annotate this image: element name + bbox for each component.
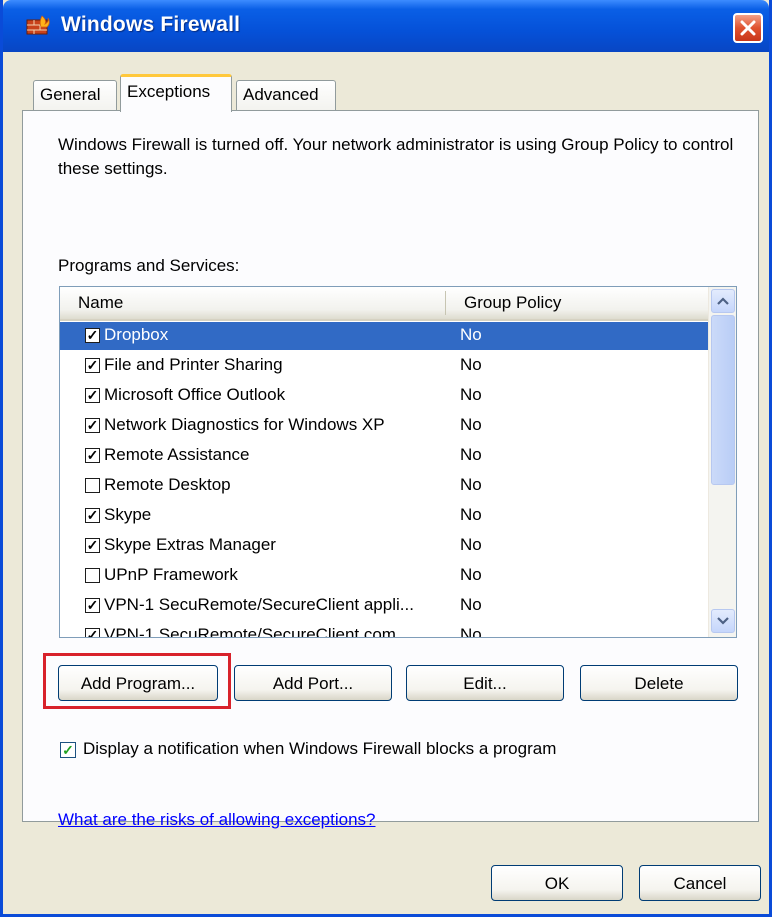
notification-checkbox[interactable]: ✓ bbox=[60, 742, 76, 758]
tab-general[interactable]: General bbox=[33, 80, 117, 110]
column-header-name[interactable]: Name bbox=[78, 293, 123, 313]
scroll-up-button[interactable] bbox=[711, 289, 735, 313]
edit-button[interactable]: Edit... bbox=[406, 665, 564, 701]
row-name: Remote Assistance bbox=[104, 445, 250, 464]
row-group-policy: No bbox=[460, 325, 482, 344]
row-name: Skype bbox=[104, 505, 152, 524]
row-checkbox[interactable]: ✓ bbox=[85, 418, 100, 433]
window-title: Windows Firewall bbox=[61, 13, 241, 36]
ok-button[interactable]: OK bbox=[491, 865, 623, 901]
tab-exceptions[interactable]: Exceptions bbox=[120, 74, 232, 112]
list-item[interactable]: ✓ Dropbox No bbox=[60, 321, 708, 351]
notification-checkbox-label[interactable]: Display a notification when Windows Fire… bbox=[83, 739, 556, 759]
risks-help-link[interactable]: What are the risks of allowing exception… bbox=[58, 810, 376, 830]
scroll-thumb[interactable] bbox=[711, 315, 735, 485]
programs-listbox[interactable]: Name Group Policy ✓ Dropbox No ✓ File an… bbox=[59, 286, 737, 638]
firewall-app-icon bbox=[26, 15, 50, 35]
row-name: VPN-1 SecuRemote/SecureClient com... bbox=[104, 625, 411, 638]
row-name: Dropbox bbox=[102, 325, 171, 345]
row-group-policy: No bbox=[460, 565, 482, 584]
list-item[interactable]: ✓ Remote Assistance No bbox=[60, 441, 708, 471]
windows-firewall-dialog: Windows Firewall General Exceptions Adva… bbox=[0, 0, 772, 917]
row-group-policy: No bbox=[460, 355, 482, 374]
delete-button[interactable]: Delete bbox=[580, 665, 738, 701]
row-checkbox[interactable]: ✓ bbox=[85, 328, 100, 343]
row-name: Network Diagnostics for Windows XP bbox=[104, 415, 385, 434]
row-name: VPN-1 SecuRemote/SecureClient appli... bbox=[104, 595, 414, 614]
row-checkbox[interactable]: ✓ bbox=[85, 388, 100, 403]
policy-info-text: Windows Firewall is turned off. Your net… bbox=[58, 135, 734, 178]
row-checkbox[interactable] bbox=[85, 478, 100, 493]
row-group-policy: No bbox=[460, 415, 482, 434]
scroll-down-button[interactable] bbox=[711, 609, 735, 633]
cancel-button[interactable]: Cancel bbox=[639, 865, 761, 901]
row-name: File and Printer Sharing bbox=[104, 355, 283, 374]
list-item[interactable]: UPnP Framework No bbox=[60, 561, 708, 591]
add-port-button[interactable]: Add Port... bbox=[234, 665, 392, 701]
row-group-policy: No bbox=[460, 535, 482, 554]
column-header-group-policy[interactable]: Group Policy bbox=[464, 293, 561, 313]
list-item[interactable]: ✓ Network Diagnostics for Windows XP No bbox=[60, 411, 708, 441]
row-name: Microsoft Office Outlook bbox=[104, 385, 286, 404]
column-separator[interactable] bbox=[445, 291, 446, 315]
row-checkbox[interactable]: ✓ bbox=[85, 448, 100, 463]
row-checkbox[interactable] bbox=[85, 568, 100, 583]
tab-advanced[interactable]: Advanced bbox=[236, 80, 336, 110]
row-group-policy: No bbox=[460, 595, 482, 614]
chevron-down-icon bbox=[717, 617, 729, 625]
chevron-up-icon bbox=[717, 297, 729, 305]
row-group-policy: No bbox=[460, 475, 482, 494]
title-bar[interactable]: Windows Firewall bbox=[3, 0, 769, 52]
add-program-button[interactable]: Add Program... bbox=[58, 665, 218, 701]
row-checkbox[interactable]: ✓ bbox=[85, 508, 100, 523]
row-group-policy: No bbox=[460, 625, 482, 638]
list-item[interactable]: ✓ Skype Extras Manager No bbox=[60, 531, 708, 561]
list-item[interactable]: Remote Desktop No bbox=[60, 471, 708, 501]
row-group-policy: No bbox=[460, 505, 482, 524]
close-button[interactable] bbox=[733, 13, 763, 43]
row-checkbox[interactable]: ✓ bbox=[85, 358, 100, 373]
row-group-policy: No bbox=[460, 385, 482, 404]
list-header: Name Group Policy bbox=[60, 287, 708, 321]
list-item[interactable]: ✓ Microsoft Office Outlook No bbox=[60, 381, 708, 411]
close-icon bbox=[740, 20, 756, 36]
row-checkbox[interactable]: ✓ bbox=[85, 628, 100, 637]
list-item[interactable]: ✓ VPN-1 SecuRemote/SecureClient com... N… bbox=[60, 621, 708, 638]
row-name: UPnP Framework bbox=[104, 565, 238, 584]
row-name: Skype Extras Manager bbox=[104, 535, 276, 554]
vertical-scrollbar[interactable] bbox=[708, 287, 736, 637]
list-item[interactable]: ✓ Skype No bbox=[60, 501, 708, 531]
row-checkbox[interactable]: ✓ bbox=[85, 598, 100, 613]
list-item[interactable]: ✓ VPN-1 SecuRemote/SecureClient appli...… bbox=[60, 591, 708, 621]
programs-and-services-label: Programs and Services: bbox=[58, 256, 240, 275]
row-group-policy: No bbox=[460, 445, 482, 464]
row-checkbox[interactable]: ✓ bbox=[85, 538, 100, 553]
row-name: Remote Desktop bbox=[104, 475, 231, 494]
list-item[interactable]: ✓ File and Printer Sharing No bbox=[60, 351, 708, 381]
